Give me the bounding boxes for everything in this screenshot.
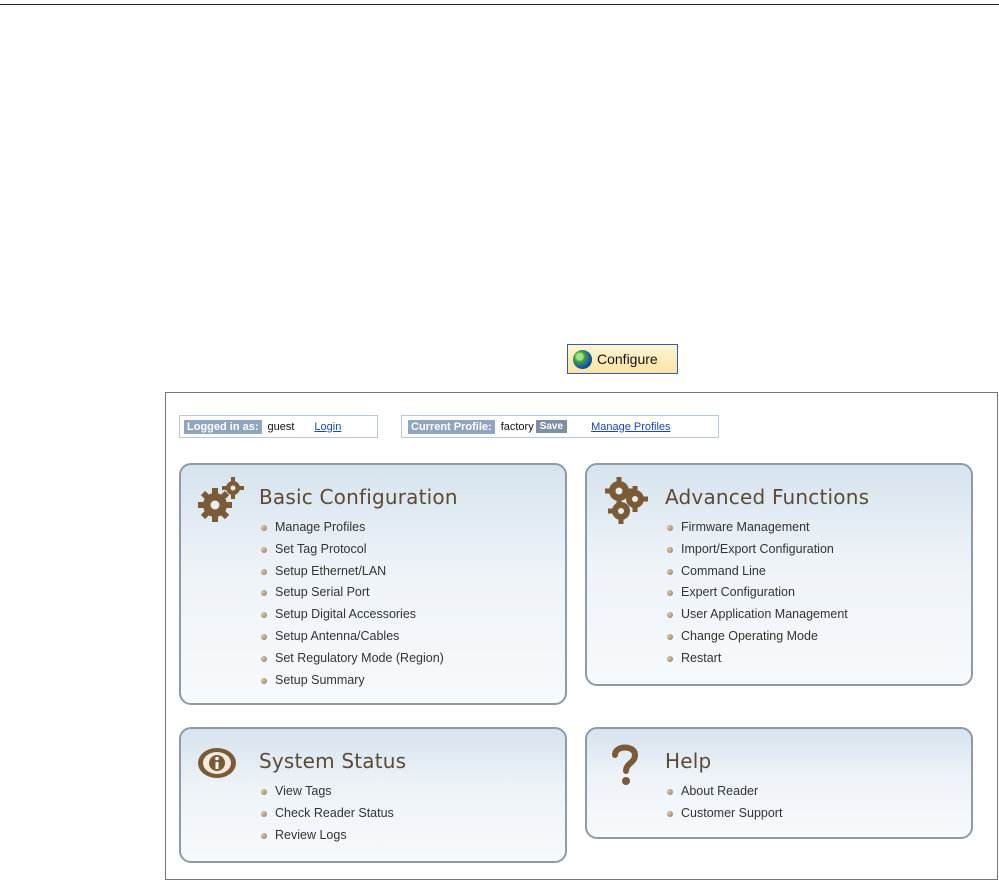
firmware-management-item[interactable]: Firmware Management bbox=[667, 517, 848, 539]
manage-profiles-item[interactable]: Manage Profiles bbox=[261, 517, 444, 539]
check-reader-status-item[interactable]: Check Reader Status bbox=[261, 803, 394, 825]
setup-ethernet-lan-item[interactable]: Setup Ethernet/LAN bbox=[261, 561, 444, 583]
advanced-functions-list: Firmware Management Import/Export Config… bbox=[667, 517, 848, 670]
manage-profiles-link[interactable]: Manage Profiles bbox=[591, 421, 671, 433]
set-regulatory-mode-item[interactable]: Set Regulatory Mode (Region) bbox=[261, 648, 444, 670]
save-button[interactable]: Save bbox=[535, 420, 568, 433]
import-export-configuration-item[interactable]: Import/Export Configuration bbox=[667, 539, 848, 561]
review-logs-item[interactable]: Review Logs bbox=[261, 825, 394, 847]
set-tag-protocol-item[interactable]: Set Tag Protocol bbox=[261, 539, 444, 561]
setup-serial-port-item[interactable]: Setup Serial Port bbox=[261, 582, 444, 604]
restart-item[interactable]: Restart bbox=[667, 648, 848, 670]
system-status-card: System Status View Tags Check Reader Sta… bbox=[179, 727, 567, 863]
expert-configuration-item[interactable]: Expert Configuration bbox=[667, 582, 848, 604]
system-status-list: View Tags Check Reader Status Review Log… bbox=[261, 781, 394, 846]
setup-digital-accessories-item[interactable]: Setup Digital Accessories bbox=[261, 604, 444, 626]
login-link[interactable]: Login bbox=[314, 421, 341, 433]
profile-status-box: Current Profile: factory Save Manage Pro… bbox=[401, 415, 719, 438]
setup-antenna-cables-item[interactable]: Setup Antenna/Cables bbox=[261, 626, 444, 648]
basic-configuration-card: Basic Configuration Manage Profiles Set … bbox=[179, 463, 567, 705]
system-status-title: System Status bbox=[259, 749, 407, 773]
logged-in-label: Logged in as: bbox=[184, 419, 262, 434]
advanced-functions-title: Advanced Functions bbox=[665, 485, 870, 509]
about-reader-item[interactable]: About Reader bbox=[667, 781, 782, 803]
current-profile-name: factory bbox=[500, 420, 534, 433]
login-status-box: Logged in as: guest Login bbox=[179, 415, 378, 438]
configure-button-label: Configure bbox=[597, 351, 658, 367]
globe-icon bbox=[573, 349, 592, 369]
customer-support-item[interactable]: Customer Support bbox=[667, 803, 782, 825]
current-user: guest bbox=[267, 420, 295, 433]
info-icon bbox=[198, 748, 236, 778]
help-title: Help bbox=[665, 749, 712, 773]
gears-icon bbox=[198, 477, 244, 522]
question-mark-icon bbox=[612, 744, 639, 785]
multi-gears-icon bbox=[605, 477, 648, 524]
advanced-functions-card: Advanced Functions Firmware Management I… bbox=[585, 463, 973, 686]
configure-button[interactable]: Configure bbox=[567, 344, 678, 374]
setup-summary-item[interactable]: Setup Summary bbox=[261, 670, 444, 692]
help-card: Help About Reader Customer Support bbox=[585, 727, 973, 839]
basic-configuration-title: Basic Configuration bbox=[259, 485, 458, 509]
command-line-item[interactable]: Command Line bbox=[667, 561, 848, 583]
user-application-management-item[interactable]: User Application Management bbox=[667, 604, 848, 626]
basic-configuration-list: Manage Profiles Set Tag Protocol Setup E… bbox=[261, 517, 444, 691]
top-divider bbox=[0, 4, 999, 5]
view-tags-item[interactable]: View Tags bbox=[261, 781, 394, 803]
change-operating-mode-item[interactable]: Change Operating Mode bbox=[667, 626, 848, 648]
help-list: About Reader Customer Support bbox=[667, 781, 782, 825]
configuration-panel: Logged in as: guest Login Current Profil… bbox=[165, 392, 998, 880]
current-profile-label: Current Profile: bbox=[408, 419, 495, 434]
